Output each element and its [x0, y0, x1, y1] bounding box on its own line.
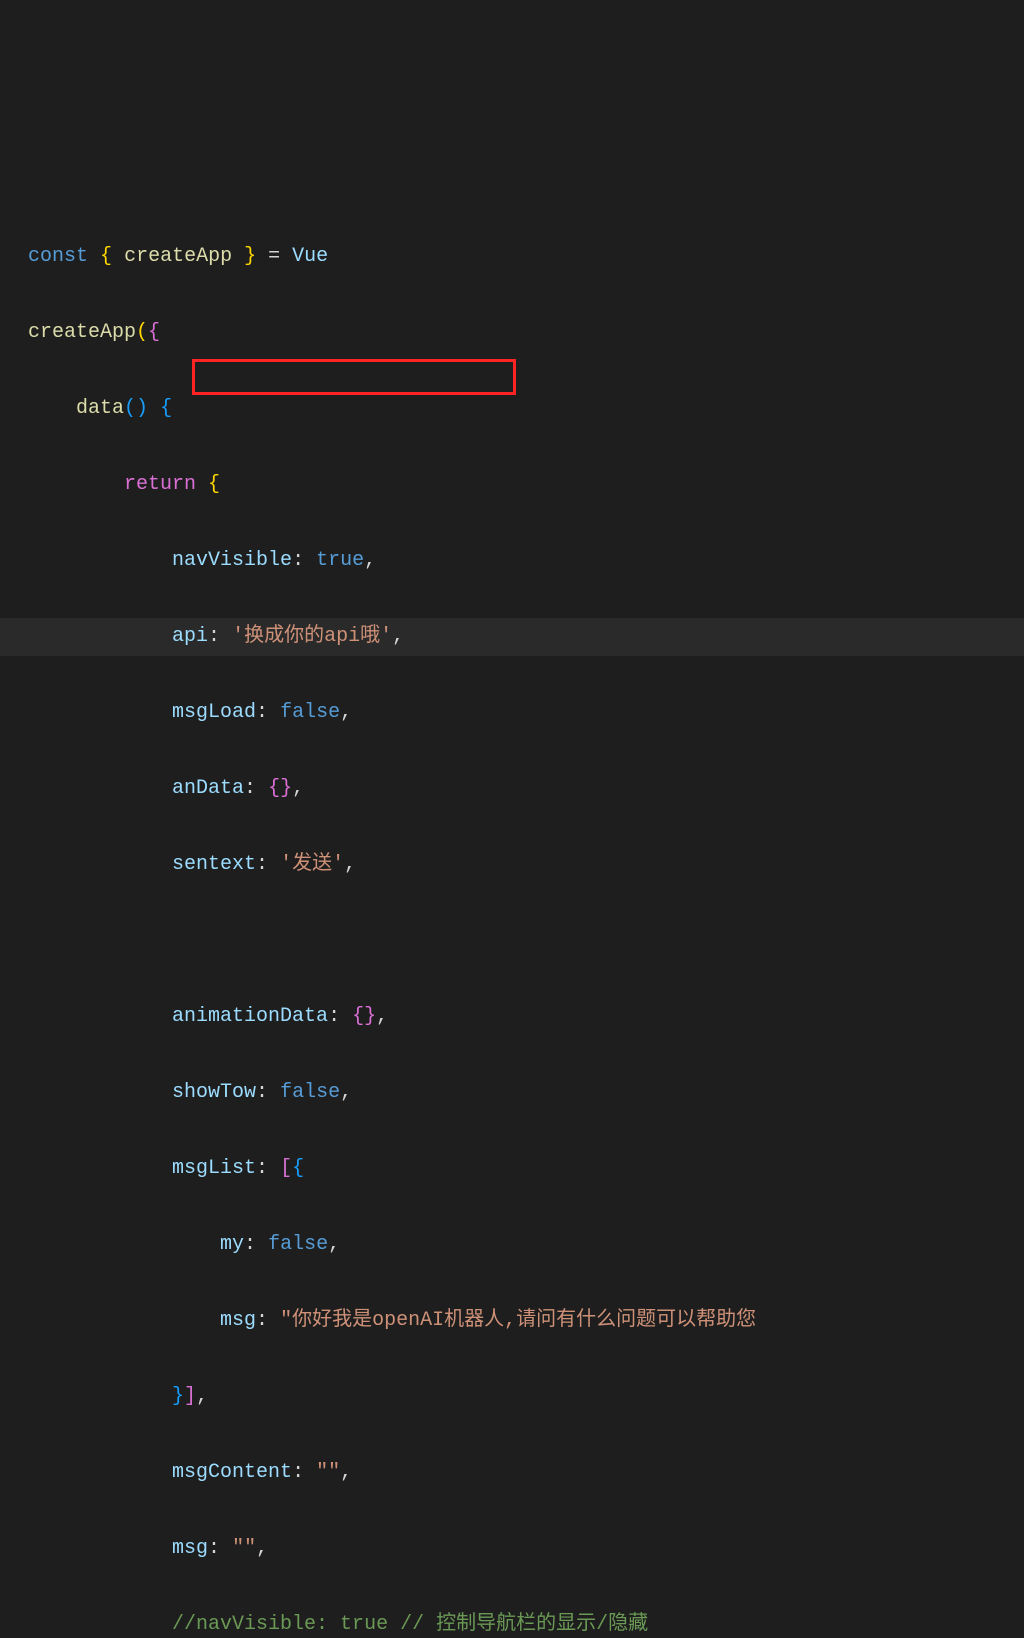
brace-close: } [244, 245, 256, 268]
brace-open: { [148, 321, 160, 344]
quote: " [280, 1309, 292, 1332]
brace-close: } [172, 1385, 184, 1408]
string-api: 换成你的api哦 [244, 625, 380, 648]
colon: : [208, 625, 220, 648]
comma: , [340, 1081, 352, 1104]
colon: : [208, 1537, 220, 1560]
code-line[interactable]: my: false, [0, 1226, 1024, 1264]
bracket-open: [ [280, 1157, 292, 1180]
quote: ' [332, 853, 344, 876]
quote: " [244, 1537, 256, 1560]
comma: , [364, 549, 376, 572]
brace-open: { [100, 245, 112, 268]
colon: : [292, 1461, 304, 1484]
quote: ' [232, 625, 244, 648]
prop-sentext: sentext [172, 853, 256, 876]
bracket-close: ] [184, 1385, 196, 1408]
brace-open: { [292, 1157, 304, 1180]
braces-empty: {} [352, 1005, 376, 1028]
code-line-empty[interactable] [0, 922, 1024, 960]
value-false: false [268, 1233, 328, 1256]
code-editor[interactable]: const { createApp } = Vue createApp({ da… [0, 162, 1024, 1638]
comma: , [344, 853, 356, 876]
operator-eq: = [268, 245, 280, 268]
braces-empty: {} [268, 777, 292, 800]
colon: : [256, 1081, 268, 1104]
value-false: false [280, 1081, 340, 1104]
prop-api: api [172, 625, 208, 648]
comment: //navVisible: true // 控制导航栏的显示/隐藏 [172, 1613, 648, 1636]
colon: : [256, 1157, 268, 1180]
string-sentext: 发送 [292, 853, 332, 876]
code-line[interactable]: animationData: {}, [0, 998, 1024, 1036]
colon: : [244, 777, 256, 800]
code-line[interactable]: msg: "你好我是openAI机器人,请问有什么问题可以帮助您 [0, 1302, 1024, 1340]
prop-animationData: animationData [172, 1005, 328, 1028]
code-line[interactable]: msg: "", [0, 1530, 1024, 1568]
method-data: data [76, 397, 124, 420]
quote: " [316, 1461, 328, 1484]
prop-my: my [220, 1233, 244, 1256]
value-true: true [316, 549, 364, 572]
code-line[interactable]: msgList: [{ [0, 1150, 1024, 1188]
colon: : [328, 1005, 340, 1028]
quote: ' [280, 853, 292, 876]
code-line[interactable]: sentext: '发送', [0, 846, 1024, 884]
prop-msgList: msgList [172, 1157, 256, 1180]
comma: , [196, 1385, 208, 1408]
string-greeting: 你好我是openAI机器人,请问有什么问题可以帮助您 [292, 1309, 756, 1332]
comma: , [340, 701, 352, 724]
prop-msgLoad: msgLoad [172, 701, 256, 724]
code-line[interactable]: data() { [0, 390, 1024, 428]
colon: : [244, 1233, 256, 1256]
comma: , [340, 1461, 352, 1484]
quote: " [232, 1537, 244, 1560]
parens: () [124, 397, 148, 420]
code-line[interactable]: navVisible: true, [0, 542, 1024, 580]
code-line[interactable]: return { [0, 466, 1024, 504]
comma: , [256, 1537, 268, 1560]
code-line[interactable]: const { createApp } = Vue [0, 238, 1024, 276]
brace-open: { [208, 473, 220, 496]
code-line[interactable]: msgLoad: false, [0, 694, 1024, 732]
brace-open: { [160, 397, 172, 420]
comma: , [392, 625, 404, 648]
comma: , [328, 1233, 340, 1256]
code-line-highlighted[interactable]: api: '换成你的api哦', [0, 618, 1024, 656]
keyword-const: const [28, 245, 88, 268]
colon: : [256, 701, 268, 724]
prop-msg: msg [220, 1309, 256, 1332]
identifier-createApp: createApp [124, 245, 232, 268]
keyword-return: return [124, 473, 196, 496]
prop-showTow: showTow [172, 1081, 256, 1104]
code-line[interactable]: msgContent: "", [0, 1454, 1024, 1492]
comma: , [376, 1005, 388, 1028]
prop-anData: anData [172, 777, 244, 800]
call-createApp: createApp [28, 321, 136, 344]
colon: : [256, 1309, 268, 1332]
prop-navVisible: navVisible [172, 549, 292, 572]
quote: " [328, 1461, 340, 1484]
code-line[interactable]: createApp({ [0, 314, 1024, 352]
prop-msgContent: msgContent [172, 1461, 292, 1484]
colon: : [256, 853, 268, 876]
colon: : [292, 549, 304, 572]
paren-open: ( [136, 321, 148, 344]
quote: ' [380, 625, 392, 648]
code-line[interactable]: //navVisible: true // 控制导航栏的显示/隐藏 [0, 1606, 1024, 1638]
code-line[interactable]: anData: {}, [0, 770, 1024, 808]
code-line[interactable]: showTow: false, [0, 1074, 1024, 1112]
value-false: false [280, 701, 340, 724]
prop-msg: msg [172, 1537, 208, 1560]
identifier-vue: Vue [292, 245, 328, 268]
comma: , [292, 777, 304, 800]
code-line[interactable]: }], [0, 1378, 1024, 1416]
